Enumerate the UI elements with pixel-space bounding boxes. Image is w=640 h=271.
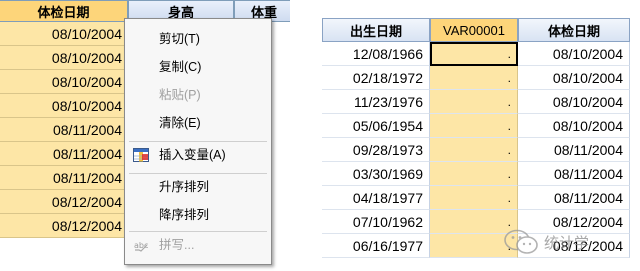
wechat-icon (504, 229, 538, 254)
table-cell[interactable]: 07/10/1962 (322, 210, 430, 234)
menu-separator (129, 231, 267, 232)
table-cell[interactable]: 08/10/2004 (518, 114, 630, 138)
menu-item-label: 插入变量(A) (159, 148, 226, 162)
menu-item-paste[interactable]: 粘贴(P) (125, 83, 271, 107)
table-cell[interactable]: 08/12/2004 (0, 190, 128, 214)
table-cell[interactable]: 08/11/2004 (0, 118, 128, 142)
table-cell[interactable]: 08/12/2004 (0, 214, 128, 238)
column-header-birth-date[interactable]: 出生日期 (322, 18, 430, 42)
menu-item-label: 拼写... (159, 238, 195, 252)
menu-item-insert-variable[interactable]: 插入变量(A) (125, 143, 271, 167)
table-cell[interactable]: 08/10/2004 (518, 42, 630, 66)
menu-item-spelling[interactable]: abc 拼写... (125, 233, 271, 257)
table-cell[interactable]: 12/08/1966 (322, 42, 430, 66)
table-cell[interactable]: . (430, 186, 518, 210)
table-cell[interactable]: 08/11/2004 (518, 162, 630, 186)
table-cell[interactable]: 08/11/2004 (518, 138, 630, 162)
table-cell[interactable]: 05/06/1954 (322, 114, 430, 138)
table-cell[interactable]: . (430, 138, 518, 162)
table-cell[interactable]: . (430, 162, 518, 186)
menu-item-cut[interactable]: 剪切(T) (125, 27, 271, 51)
table-cell[interactable]: 06/16/1977 (322, 234, 430, 258)
table-cell-selected[interactable]: . (430, 42, 518, 66)
table-cell[interactable]: 08/11/2004 (518, 186, 630, 210)
table-cell[interactable]: 08/10/2004 (0, 70, 128, 94)
menu-separator (129, 141, 267, 142)
table-cell[interactable]: 11/23/1976 (322, 90, 430, 114)
menu-item-sort-ascending[interactable]: 升序排列 (125, 175, 271, 199)
menu-item-clear[interactable]: 清除(E) (125, 111, 271, 135)
menu-separator (129, 173, 267, 174)
table-cell[interactable]: 08/10/2004 (0, 46, 128, 70)
watermark-text: 统计学 (544, 234, 590, 252)
table-cell[interactable]: 04/18/1977 (322, 186, 430, 210)
table-cell[interactable]: 08/11/2004 (0, 166, 128, 190)
table-cell[interactable]: . (430, 90, 518, 114)
table-cell[interactable]: 09/28/1973 (322, 138, 430, 162)
table-cell[interactable]: 03/30/1969 (322, 162, 430, 186)
table-cell[interactable]: 08/10/2004 (0, 22, 128, 46)
table-cell[interactable]: 08/11/2004 (0, 142, 128, 166)
table-cell[interactable]: . (430, 114, 518, 138)
table-cell[interactable]: 08/10/2004 (0, 94, 128, 118)
column-header-exam-date[interactable]: 体检日期 (518, 18, 630, 42)
table-cell[interactable]: 08/10/2004 (518, 90, 630, 114)
spellcheck-icon: abc (134, 241, 148, 252)
watermark: 统计学 (504, 222, 634, 262)
context-menu: 剪切(T) 复制(C) 粘贴(P) 清除(E) 插入变量(A) 升序排列 降序排… (124, 18, 272, 265)
table-cell[interactable]: 02/18/1972 (322, 66, 430, 90)
insert-variable-icon (133, 148, 149, 162)
menu-item-copy[interactable]: 复制(C) (125, 55, 271, 79)
column-header-exam-date[interactable]: 体检日期 (0, 0, 128, 22)
column-header-var00001[interactable]: VAR00001 (430, 18, 518, 42)
table-cell[interactable]: . (430, 66, 518, 90)
table-cell[interactable]: 08/10/2004 (518, 66, 630, 90)
menu-item-sort-descending[interactable]: 降序排列 (125, 203, 271, 227)
